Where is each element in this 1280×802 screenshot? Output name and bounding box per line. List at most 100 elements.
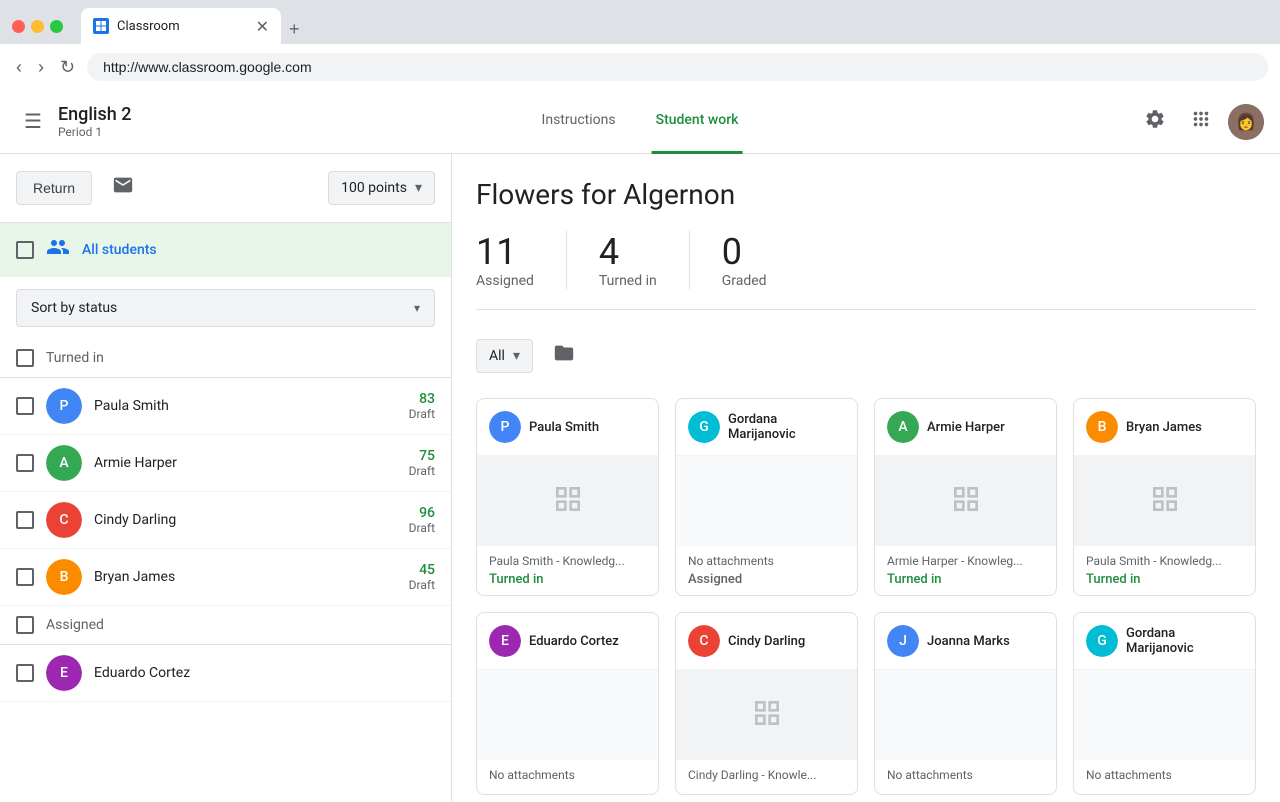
card-thumbnail xyxy=(477,456,658,546)
student-checkbox[interactable] xyxy=(16,664,34,682)
student-grade: 45 Draft xyxy=(409,562,435,592)
student-row[interactable]: B Bryan James 45 Draft xyxy=(0,549,451,606)
card-avatar-circle: B xyxy=(1086,411,1118,443)
student-card[interactable]: C Cindy Darling Cindy Darling - Knowle..… xyxy=(675,612,858,795)
return-button[interactable]: Return xyxy=(16,171,92,205)
forward-button[interactable]: › xyxy=(34,53,48,82)
filter-select[interactable]: All ▾ xyxy=(476,339,533,373)
folder-button[interactable] xyxy=(545,334,583,378)
student-card[interactable]: P Paula Smith Paula Smith - Knowledg... … xyxy=(476,398,659,596)
student-card[interactable]: G Gordana Marijanovic No attachments Ass… xyxy=(675,398,858,596)
class-period: Period 1 xyxy=(58,125,132,139)
tab-student-work[interactable]: Student work xyxy=(652,90,743,154)
card-thumbnail xyxy=(1074,456,1255,546)
stat-graded-label: Graded xyxy=(722,273,767,289)
settings-button[interactable] xyxy=(1136,100,1174,144)
student-row[interactable]: E Eduardo Cortez xyxy=(0,645,451,702)
address-input[interactable] xyxy=(87,53,1268,81)
student-checkbox[interactable] xyxy=(16,454,34,472)
card-avatar-circle: P xyxy=(489,411,521,443)
back-button[interactable]: ‹ xyxy=(12,53,26,82)
student-checkbox[interactable] xyxy=(16,397,34,415)
points-dropdown-arrow: ▾ xyxy=(415,180,422,196)
cards-grid: P Paula Smith Paula Smith - Knowledg... … xyxy=(476,398,1256,795)
grade-value: 45 xyxy=(409,562,435,578)
student-name: Eduardo Cortez xyxy=(94,665,423,681)
section-turned-in-title: Turned in xyxy=(46,350,104,366)
card-avatar: B xyxy=(1086,411,1118,443)
stats-row: 11 Assigned 4 Turned in 0 Graded xyxy=(476,231,1256,310)
student-card[interactable]: J Joanna Marks No attachments xyxy=(874,612,1057,795)
card-student-name: Bryan James xyxy=(1126,420,1202,435)
grade-value: 83 xyxy=(409,391,435,407)
sort-select[interactable]: Sort by status ▾ xyxy=(16,289,435,327)
assignment-title: Flowers for Algernon xyxy=(476,178,1256,211)
student-card[interactable]: A Armie Harper Armie Harper - Knowleg...… xyxy=(874,398,1057,596)
card-header: G Gordana Marijanovic xyxy=(676,399,857,456)
all-students-label[interactable]: All students xyxy=(82,242,157,258)
student-row[interactable]: C Cindy Darling 96 Draft xyxy=(0,492,451,549)
student-card[interactable]: E Eduardo Cortez No attachments xyxy=(476,612,659,795)
tab-close-button[interactable]: ✕ xyxy=(256,17,269,36)
card-filename: No attachments xyxy=(489,768,646,782)
browser-dots xyxy=(12,20,63,33)
filter-label: All xyxy=(489,348,505,364)
hamburger-button[interactable]: ☰ xyxy=(16,101,50,142)
user-avatar[interactable]: 👩 xyxy=(1228,104,1264,140)
card-avatar: J xyxy=(887,625,919,657)
card-avatar: C xyxy=(688,625,720,657)
card-student-name: Cindy Darling xyxy=(728,634,805,649)
section-turned-in: Turned in xyxy=(0,339,451,378)
card-status: Turned in xyxy=(887,572,1044,587)
dot-red[interactable] xyxy=(12,20,25,33)
stat-turned-in-label: Turned in xyxy=(599,273,657,289)
card-filename: No attachments xyxy=(688,554,845,568)
card-avatar: G xyxy=(1086,625,1118,657)
sidebar-toolbar: Return 100 points ▾ xyxy=(0,154,451,223)
section-assigned-checkbox[interactable] xyxy=(16,616,34,634)
stat-turned-in: 4 Turned in xyxy=(599,231,690,289)
student-grade: 96 Draft xyxy=(409,505,435,535)
student-name: Armie Harper xyxy=(94,455,397,471)
card-thumbnail xyxy=(676,670,857,760)
student-checkbox[interactable] xyxy=(16,568,34,586)
card-thumb-icon xyxy=(950,483,982,519)
card-thumb-icon xyxy=(1149,483,1181,519)
student-checkbox[interactable] xyxy=(16,511,34,529)
card-status: Turned in xyxy=(489,572,646,587)
student-avatar: P xyxy=(46,388,82,424)
tab-instructions[interactable]: Instructions xyxy=(538,90,620,154)
tab-favicon xyxy=(93,18,109,34)
card-filename: Cindy Darling - Knowle... xyxy=(688,768,845,782)
student-row[interactable]: P Paula Smith 83 Draft xyxy=(0,378,451,435)
card-student-name: Eduardo Cortez xyxy=(529,634,619,649)
card-avatar-circle: E xyxy=(489,625,521,657)
apps-button[interactable] xyxy=(1182,100,1220,144)
refresh-button[interactable]: ↻ xyxy=(56,53,79,82)
dot-yellow[interactable] xyxy=(31,20,44,33)
card-student-name: Armie Harper xyxy=(927,420,1005,435)
card-thumb-icon xyxy=(751,697,783,733)
grade-status: Draft xyxy=(409,407,435,421)
avatar-circle: B xyxy=(46,559,82,595)
student-card[interactable]: B Bryan James Paula Smith - Knowledg... … xyxy=(1073,398,1256,596)
card-footer: Paula Smith - Knowledg... Turned in xyxy=(1074,546,1255,595)
card-thumbnail xyxy=(875,456,1056,546)
card-footer: Cindy Darling - Knowle... xyxy=(676,760,857,794)
all-students-checkbox[interactable] xyxy=(16,241,34,259)
points-label: 100 points xyxy=(341,180,407,196)
card-thumb-icon xyxy=(552,483,584,519)
student-row[interactable]: A Armie Harper 75 Draft xyxy=(0,435,451,492)
points-dropdown[interactable]: 100 points ▾ xyxy=(328,171,435,205)
section-turned-in-checkbox[interactable] xyxy=(16,349,34,367)
card-footer: Paula Smith - Knowledg... Turned in xyxy=(477,546,658,595)
stat-graded-number: 0 xyxy=(722,231,767,273)
card-status: Turned in xyxy=(1086,572,1243,587)
browser-tab[interactable]: Classroom ✕ xyxy=(81,8,281,44)
all-students-row[interactable]: All students xyxy=(0,223,451,277)
dot-green[interactable] xyxy=(50,20,63,33)
new-tab-button[interactable]: + xyxy=(285,15,304,44)
avatar-circle: E xyxy=(46,655,82,691)
mail-button[interactable] xyxy=(104,166,142,210)
student-card[interactable]: G Gordana Marijanovic No attachments xyxy=(1073,612,1256,795)
